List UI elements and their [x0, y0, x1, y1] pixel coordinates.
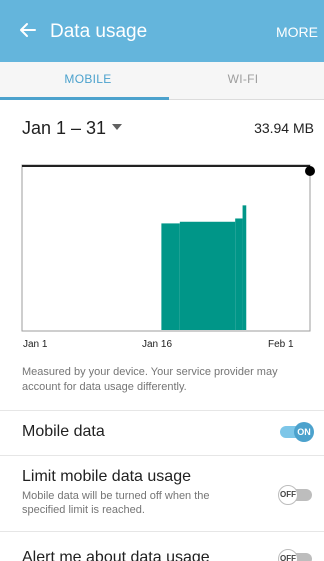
- arrow-left-icon[interactable]: [18, 20, 38, 40]
- alert-usage-toggle[interactable]: OFF: [278, 549, 312, 561]
- limit-handle[interactable]: [305, 166, 315, 176]
- limit-usage-label: Limit mobile data usage: [22, 468, 191, 485]
- cycle-dropdown[interactable]: Jan 1 – 31: [22, 118, 123, 139]
- limit-usage-description: Mobile data will be turned off when the …: [22, 490, 210, 516]
- limit-usage-toggle[interactable]: OFF: [278, 485, 312, 505]
- alert-usage-row[interactable]: Alert me about data usage OFF: [0, 531, 324, 561]
- dropdown-arrow-icon: [112, 124, 123, 131]
- usage-bar: [235, 218, 243, 330]
- usage-total: 33.94 MB: [254, 120, 314, 136]
- app-bar: Data usage MORE: [0, 0, 324, 62]
- mobile-data-toggle[interactable]: ON: [280, 422, 314, 442]
- toggle-thumb: OFF: [278, 549, 298, 561]
- limit-usage-row[interactable]: Limit mobile data usage Mobile data will…: [0, 455, 324, 531]
- alert-usage-label: Alert me about data usage: [22, 549, 210, 561]
- x-tick-label: Feb 1: [268, 339, 294, 350]
- x-tick-label: Jan 1: [23, 339, 48, 350]
- usage-bars: [161, 205, 247, 330]
- tab-bar: MOBILE WI-FI: [0, 62, 324, 100]
- usage-bar: [161, 223, 180, 330]
- mobile-data-label: Mobile data: [22, 423, 105, 440]
- usage-chart-graphic: [21, 164, 315, 332]
- toggle-thumb: ON: [294, 422, 314, 442]
- tab-indicator: [0, 97, 169, 100]
- cycle-row: Jan 1 – 31 33.94 MB: [0, 108, 324, 148]
- usage-chart: Jan 1 Jan 16 Feb 1: [20, 162, 316, 354]
- cycle-range-label: Jan 1 – 31: [22, 118, 107, 138]
- tab-mobile[interactable]: MOBILE: [7, 72, 169, 86]
- usage-bar: [179, 221, 236, 330]
- usage-bar: [242, 205, 247, 330]
- toggle-thumb: OFF: [278, 485, 298, 505]
- mobile-data-row[interactable]: Mobile data ON: [0, 410, 324, 455]
- x-tick-label: Jan 16: [142, 339, 173, 350]
- measurement-note: Measured by your device. Your service pr…: [22, 366, 278, 393]
- tab-wifi[interactable]: WI-FI: [162, 72, 324, 86]
- page-title: Data usage: [50, 21, 148, 42]
- more-button[interactable]: MORE: [276, 24, 318, 40]
